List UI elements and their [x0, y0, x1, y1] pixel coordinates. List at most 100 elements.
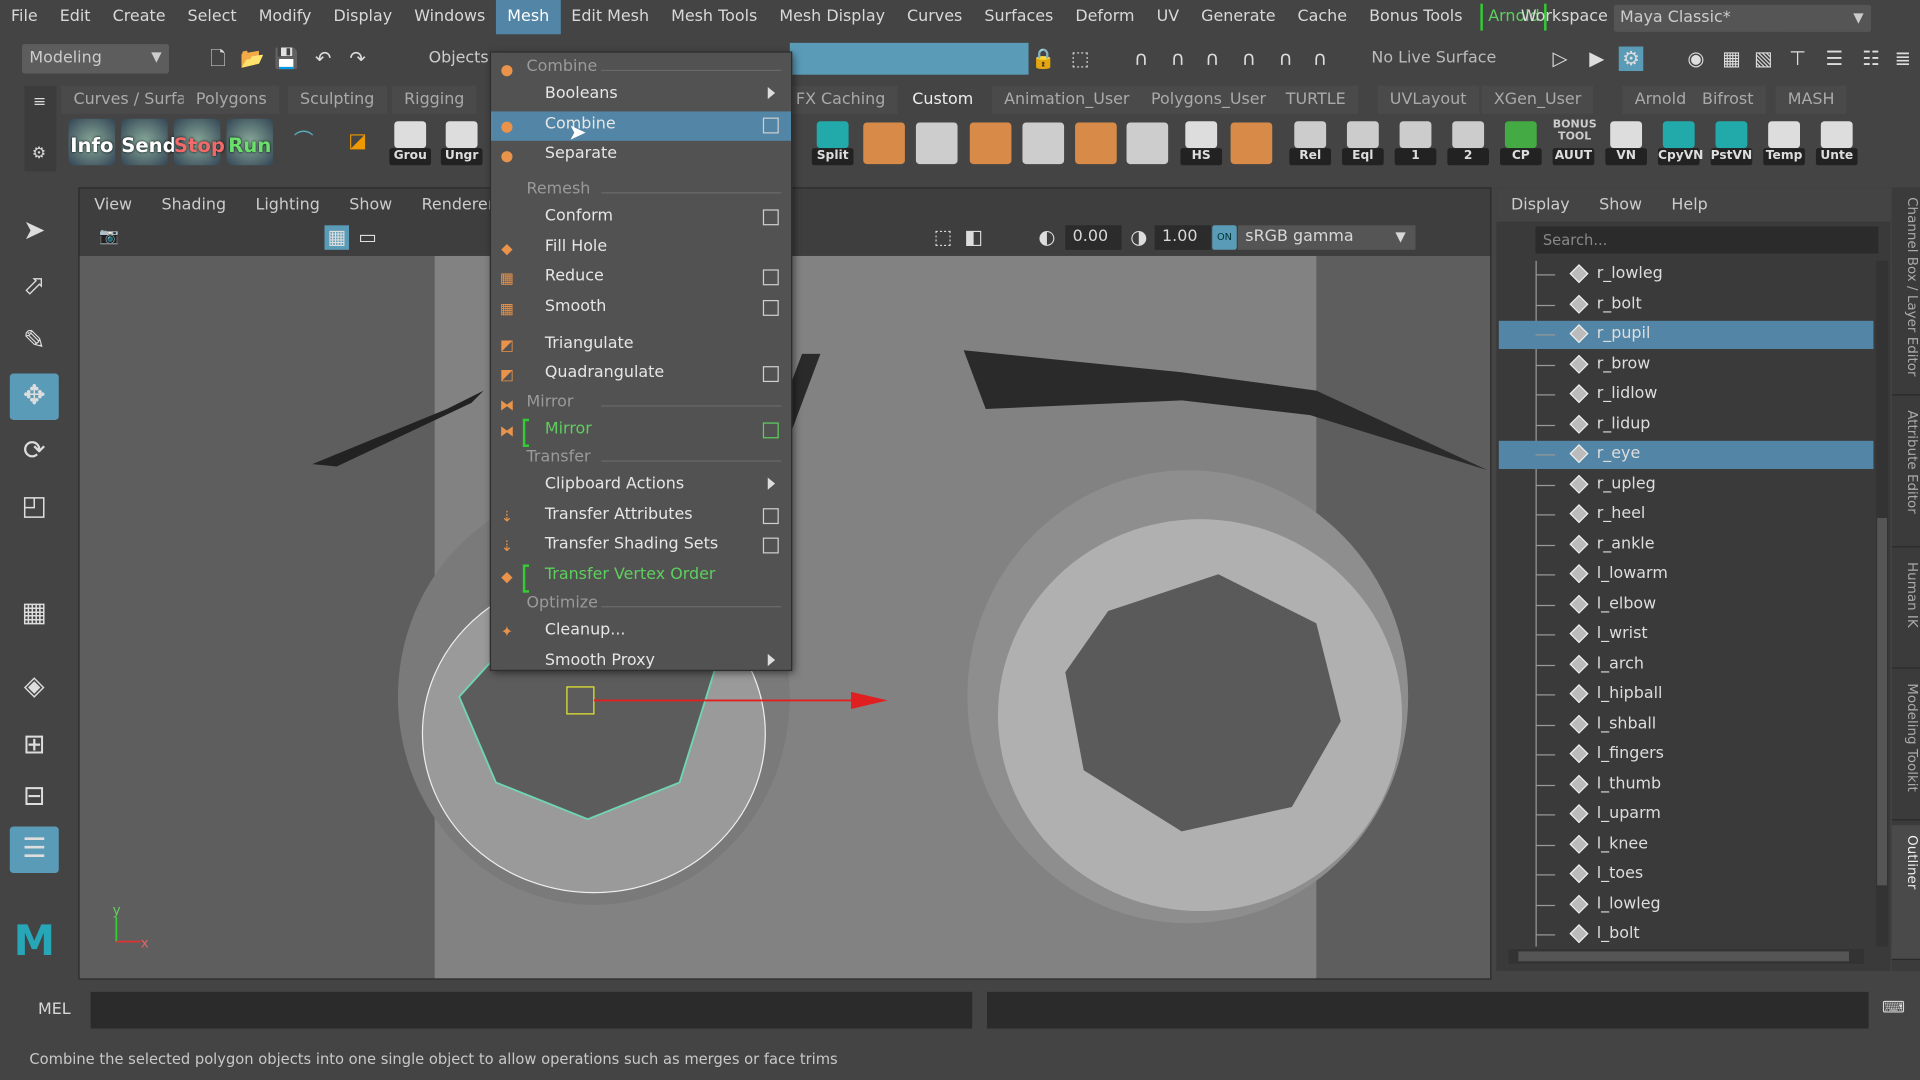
menu-edit[interactable]: Edit — [49, 0, 102, 34]
shelf-button-polygon-tool[interactable] — [969, 122, 1012, 165]
option-box-icon[interactable] — [762, 366, 779, 383]
shelf-tab[interactable]: FX Caching — [783, 85, 898, 114]
menu-create[interactable]: Create — [102, 0, 177, 34]
shelf-tab[interactable]: Polygons_User — [1138, 85, 1279, 114]
layout-three-icon[interactable]: ⊟ — [10, 774, 59, 821]
outliner-item[interactable]: l_uparm — [1499, 801, 1874, 829]
shelf-tab[interactable]: Animation_User — [991, 85, 1142, 114]
hscrollbar-thumb[interactable] — [1518, 951, 1849, 962]
outliner-item[interactable]: l_fingers — [1499, 741, 1874, 769]
viewport-menu-lighting[interactable]: Lighting — [241, 195, 335, 213]
new-scene-icon[interactable]: 🗋 — [206, 47, 230, 71]
menu-surfaces[interactable]: Surfaces — [973, 0, 1064, 34]
shelf-button-unte[interactable]: Unte — [1813, 119, 1860, 168]
outliner-item[interactable]: r_upleg — [1499, 471, 1874, 499]
shelf-button-polygon-tool[interactable] — [915, 122, 958, 165]
outliner-item[interactable]: l_hipball — [1499, 681, 1874, 709]
outliner-item[interactable]: l_bolt — [1499, 921, 1874, 949]
rotate-tool-icon[interactable]: ⟳ — [10, 429, 59, 476]
shelf-tab[interactable]: Polygons — [183, 85, 280, 114]
outliner-scrollbar[interactable] — [1875, 260, 1889, 947]
ipr-icon[interactable]: ▶ — [1584, 47, 1608, 71]
side-tab-outliner[interactable]: Outliner — [1891, 825, 1920, 961]
menu-item-booleans[interactable]: Booleans — [491, 81, 791, 110]
outliner-item[interactable]: l_elbow — [1499, 591, 1874, 619]
channel-box-icon[interactable]: ≣ — [1891, 47, 1915, 71]
option-box-icon[interactable] — [762, 299, 779, 316]
hypershade-icon[interactable]: ◉ — [1684, 47, 1708, 71]
shelf-menu-icon[interactable]: ≡ — [33, 93, 46, 111]
menu-item-reduce[interactable]: Reduce ▦ — [491, 263, 791, 292]
menu-deform[interactable]: Deform — [1064, 0, 1145, 34]
outliner-menu-display[interactable]: Display — [1496, 195, 1584, 213]
camera-icon[interactable]: 📷 — [97, 225, 121, 249]
outliner-item[interactable]: r_heel — [1499, 501, 1874, 529]
workspace-selector[interactable]: Maya Classic* ▼ — [1613, 4, 1872, 32]
render-icon[interactable]: ▷ — [1548, 47, 1572, 71]
gamma-field[interactable]: 1.00 — [1154, 225, 1212, 250]
outliner-item[interactable]: r_pupil — [1498, 320, 1874, 349]
exposure-icon[interactable]: ◐ — [1035, 225, 1059, 249]
viewport-menu-show[interactable]: Show — [335, 195, 407, 213]
outliner-menu-show[interactable]: Show — [1584, 195, 1656, 213]
menu-item-fill-hole[interactable]: Fill Hole ◆ — [491, 233, 791, 262]
curve-tool-icon[interactable]: ⌒ — [291, 129, 315, 153]
outliner-item[interactable]: l_shball — [1499, 711, 1874, 739]
side-tab-channel-box-layer-editor[interactable]: Channel Box / Layer Editor — [1891, 187, 1920, 396]
isolate-icon[interactable]: ◧ — [961, 225, 985, 249]
shelf-button-ungr[interactable]: Ungr — [438, 119, 485, 168]
attribute-editor-icon[interactable]: ☰ — [1822, 47, 1846, 71]
shelf-tab[interactable]: UVLayout — [1377, 85, 1479, 114]
menu-item-mirror[interactable]: Mirror ⧓ — [491, 416, 791, 447]
shelf-tab[interactable]: Sculpting — [287, 85, 387, 114]
menu-mesh[interactable]: Mesh — [496, 0, 561, 35]
shelf-button-rel[interactable]: Rel — [1287, 119, 1334, 168]
single-view-layout-icon[interactable]: ▦ — [10, 590, 59, 637]
four-view-layout-icon[interactable]: ◈ — [10, 664, 59, 711]
outliner-item[interactable]: r_eye — [1498, 440, 1874, 469]
menu-item-separate[interactable]: Separate ● — [491, 141, 791, 170]
outliner-item[interactable]: l_lowleg — [1499, 891, 1874, 919]
viewport-menu-shading[interactable]: Shading — [147, 195, 241, 213]
menu-mesh-tools[interactable]: Mesh Tools — [660, 0, 768, 34]
menu-item-combine[interactable]: Combine ● — [491, 110, 792, 141]
save-scene-icon[interactable]: 💾 — [274, 47, 298, 71]
menu-edit-mesh[interactable]: Edit Mesh — [560, 0, 660, 34]
shelf-button-grou[interactable]: Grou — [387, 119, 434, 168]
render-settings-icon[interactable]: ⚙ — [1618, 46, 1644, 72]
shelf-button-cp[interactable]: CP — [1498, 119, 1545, 168]
shelf-tab[interactable]: XGen_User — [1481, 85, 1594, 114]
shelf-button-send[interactable]: Send — [121, 118, 177, 168]
snap-curve-icon[interactable]: ∩ — [1166, 47, 1190, 71]
shelf-button-2[interactable]: 2 — [1445, 119, 1492, 168]
shelf-button-pstvn[interactable]: PstVN — [1708, 119, 1755, 168]
grid-icon[interactable]: ▦ — [324, 225, 349, 250]
lasso-tool-icon[interactable]: ⬀ — [10, 263, 59, 310]
live-surface-field[interactable]: No Live Surface — [1371, 49, 1496, 67]
outliner-layout-icon[interactable]: ☰ — [9, 826, 59, 874]
light-editor-icon[interactable]: ▧ — [1751, 47, 1775, 71]
mel-label[interactable]: MEL — [38, 1000, 71, 1018]
menu-bonus-tools[interactable]: Bonus Tools — [1358, 0, 1473, 34]
menu-file[interactable]: File — [0, 0, 49, 34]
option-box-icon[interactable] — [762, 116, 779, 133]
option-box-icon[interactable] — [762, 421, 779, 438]
viewport-menu-view[interactable]: View — [80, 195, 147, 213]
shelf-tab[interactable]: Bifrost — [1689, 85, 1766, 114]
bevel-tool-icon[interactable]: ◪ — [345, 129, 369, 153]
shelf-tab[interactable]: Custom — [900, 85, 986, 114]
outliner-item[interactable]: r_lidlow — [1499, 381, 1874, 409]
menu-item-transfer-shading-sets[interactable]: Transfer Shading Sets ⇣ — [491, 531, 791, 560]
menu-item-transfer-vertex-order[interactable]: Transfer Vertex Order ◆ — [491, 561, 791, 593]
shelf-button-hs[interactable]: HS — [1178, 119, 1225, 168]
select-camera-icon[interactable]: ⬚ — [931, 225, 955, 249]
script-editor-icon[interactable]: ⌨ — [1882, 999, 1905, 1017]
snap-tools-group[interactable] — [789, 42, 1029, 75]
outliner-item[interactable]: l_toes — [1499, 861, 1874, 889]
outliner-menu-help[interactable]: Help — [1657, 195, 1723, 213]
shelf-button-vn[interactable]: VN — [1603, 119, 1650, 168]
option-box-icon[interactable] — [762, 269, 779, 286]
snap-view-icon[interactable]: ∩ — [1237, 47, 1261, 71]
menu-uv[interactable]: UV — [1146, 0, 1191, 34]
render-view-icon[interactable]: ▦ — [1719, 47, 1743, 71]
